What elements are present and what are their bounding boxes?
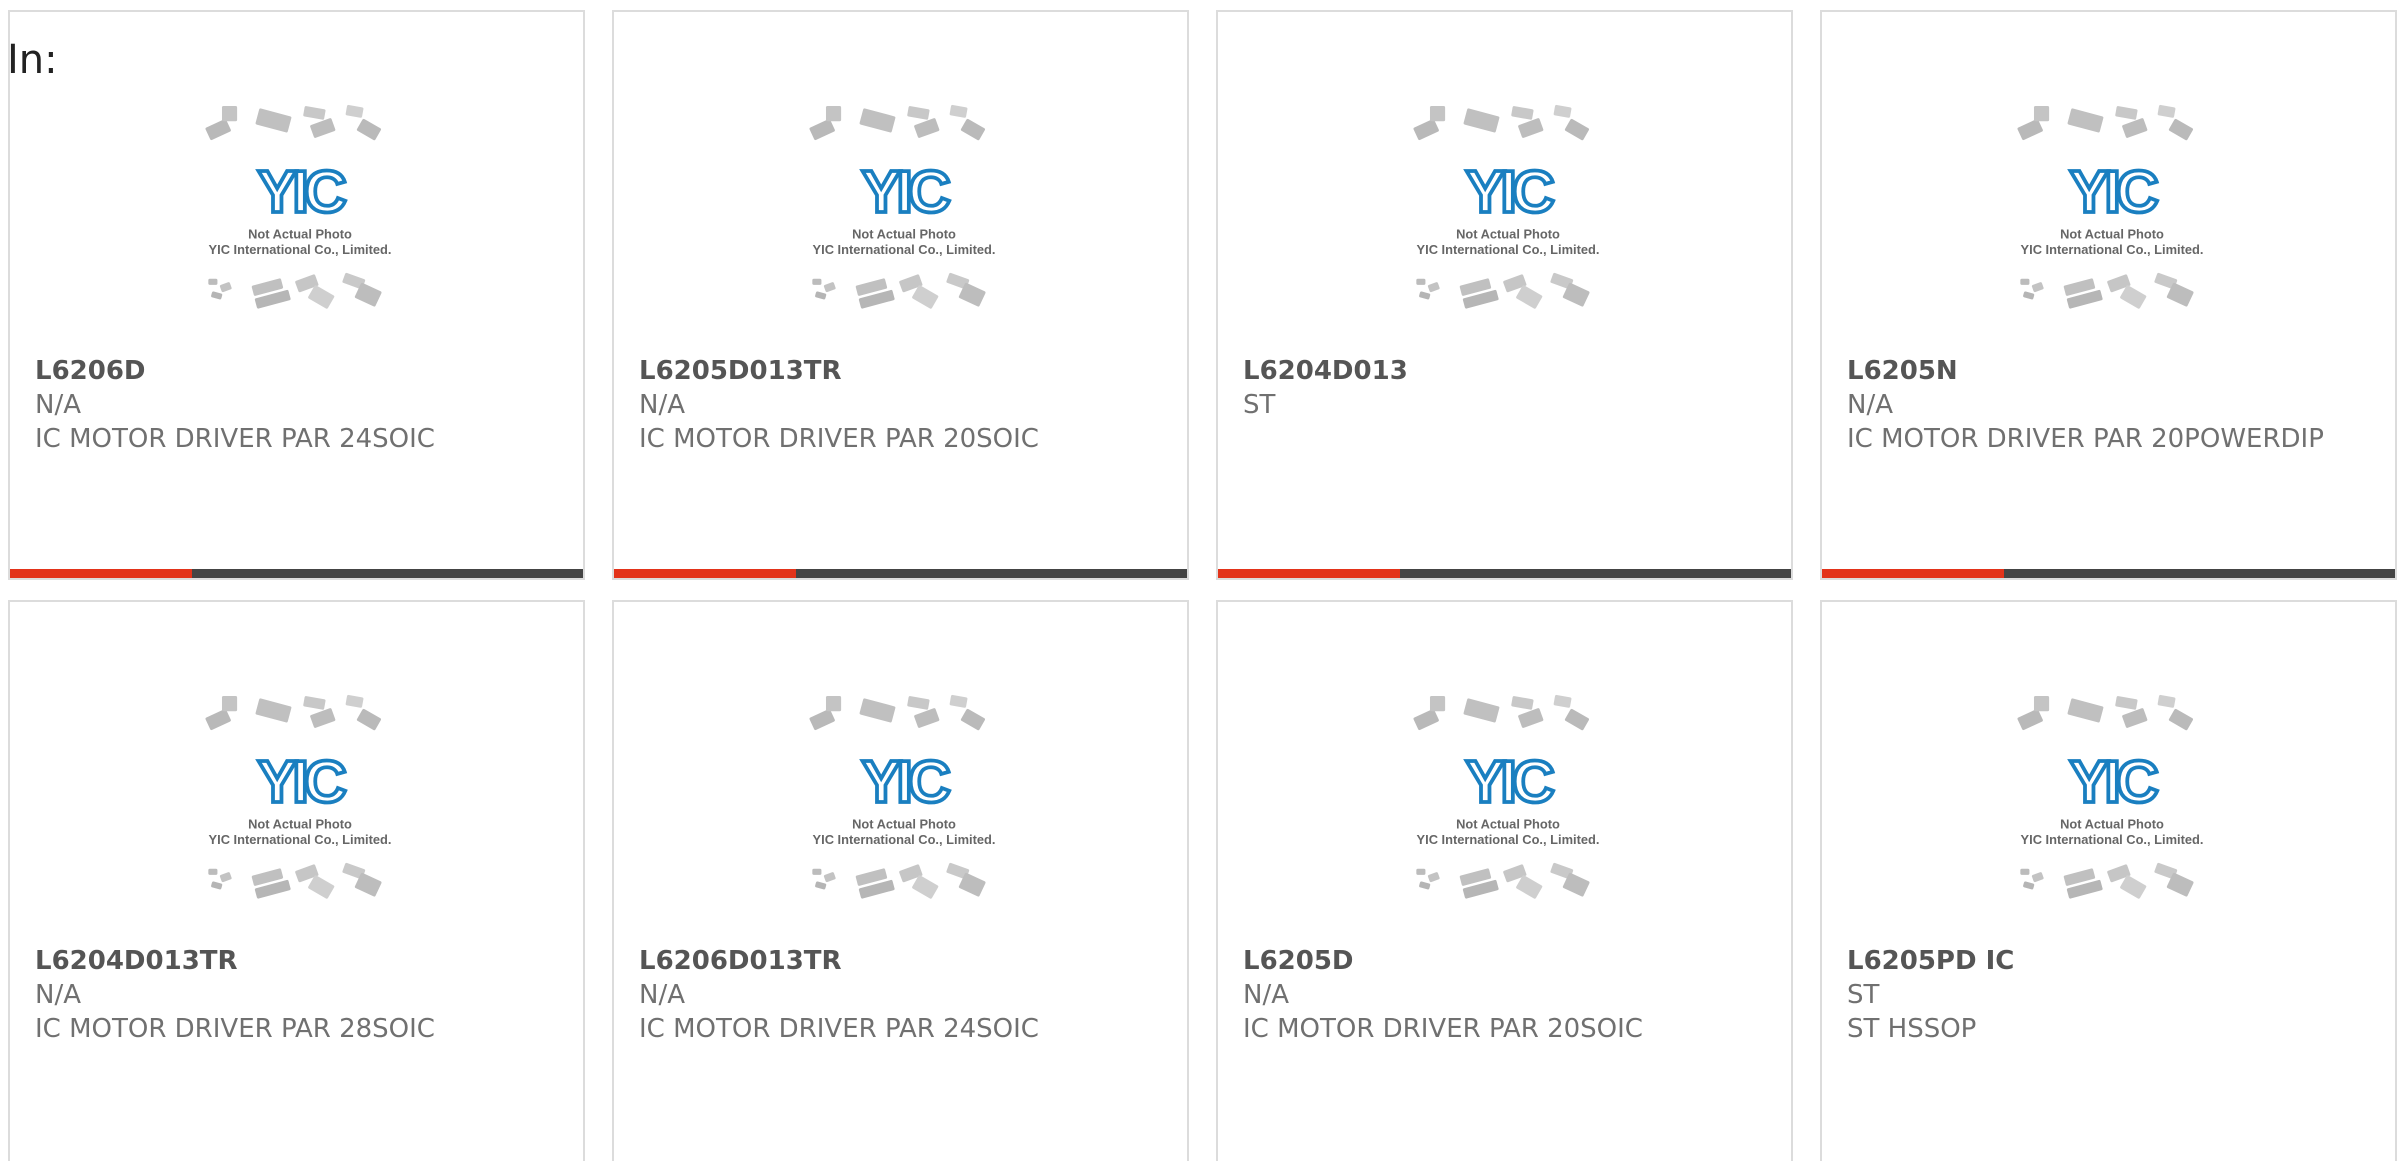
part-number[interactable]: L6206D013TR bbox=[639, 944, 1167, 978]
accent-segment bbox=[10, 569, 192, 578]
placeholder-product-image[interactable]: YIC Not Actual Photo YIC International Co.… bbox=[1977, 690, 2247, 940]
placeholder-caption-line1: Not Actual Photo bbox=[852, 817, 956, 832]
placeholder-caption-line1: Not Actual Photo bbox=[2060, 227, 2164, 242]
description: IC MOTOR DRIVER PAR 20SOIC bbox=[1243, 1014, 1643, 1044]
part-number[interactable]: L6204D013 bbox=[1243, 354, 1771, 388]
placeholder-product-image[interactable]: YIC Not Actual Photo YIC International Co.… bbox=[165, 690, 435, 940]
chip-cluster-top bbox=[2017, 694, 2193, 731]
yic-logo: YIC bbox=[258, 159, 347, 225]
chip-cluster-top bbox=[809, 694, 985, 731]
product-card[interactable]: YIC Not Actual Photo YIC International Co.… bbox=[1216, 600, 1793, 1161]
manufacturer: ST bbox=[1847, 980, 1880, 1010]
product-card[interactable]: YIC Not Actual Photo YIC International Co.… bbox=[1216, 10, 1793, 580]
description: IC MOTOR DRIVER PAR 24SOIC bbox=[639, 1014, 1039, 1044]
chip-cluster-top bbox=[205, 694, 381, 731]
placeholder-product-image[interactable]: YIC Not Actual Photo YIC International Co.… bbox=[1977, 100, 2247, 350]
manufacturer: N/A bbox=[1243, 980, 1289, 1010]
accent-segment bbox=[1218, 569, 1400, 578]
manufacturer: N/A bbox=[35, 980, 81, 1010]
placeholder-caption-line2: YIC International Co., Limited. bbox=[2021, 832, 2204, 847]
placeholder-caption-line1: Not Actual Photo bbox=[1456, 817, 1560, 832]
manufacturer: ST bbox=[1243, 390, 1276, 420]
accent-segment bbox=[1822, 569, 2004, 578]
placeholder-caption-line2: YIC International Co., Limited. bbox=[209, 832, 392, 847]
chip-cluster-bottom bbox=[812, 272, 986, 309]
description: ST HSSOP bbox=[1847, 1014, 1977, 1044]
chip-cluster-bottom bbox=[208, 272, 382, 309]
product-info: L6204D013 ST bbox=[1243, 354, 1771, 422]
product-info: L6206D N/A IC MOTOR DRIVER PAR 24SOIC bbox=[35, 354, 563, 456]
chip-cluster-bottom bbox=[1416, 272, 1590, 309]
part-number[interactable]: L6205PD IC bbox=[1847, 944, 2375, 978]
card-accent-bar bbox=[1822, 569, 2395, 578]
chip-cluster-bottom bbox=[1416, 862, 1590, 899]
chip-cluster-top bbox=[2017, 104, 2193, 141]
placeholder-caption-line2: YIC International Co., Limited. bbox=[813, 242, 996, 257]
placeholder-caption-line2: YIC International Co., Limited. bbox=[2021, 242, 2204, 257]
manufacturer: N/A bbox=[639, 980, 685, 1010]
placeholder-caption-line1: Not Actual Photo bbox=[1456, 227, 1560, 242]
product-info: L6206D013TR N/A IC MOTOR DRIVER PAR 24SO… bbox=[639, 944, 1167, 1046]
product-grid-page: In: YIC Not Actual Photo YIC International… bbox=[0, 0, 2400, 1161]
card-accent-bar bbox=[1218, 569, 1791, 578]
card-accent-bar bbox=[614, 569, 1187, 578]
yic-logo: YIC bbox=[258, 749, 347, 815]
placeholder-caption-line2: YIC International Co., Limited. bbox=[1417, 832, 1600, 847]
part-number[interactable]: L6205N bbox=[1847, 354, 2375, 388]
part-number[interactable]: L6204D013TR bbox=[35, 944, 563, 978]
part-number[interactable]: L6206D bbox=[35, 354, 563, 388]
description: IC MOTOR DRIVER PAR 28SOIC bbox=[35, 1014, 435, 1044]
product-info: L6205D N/A IC MOTOR DRIVER PAR 20SOIC bbox=[1243, 944, 1771, 1046]
placeholder-caption-line1: Not Actual Photo bbox=[248, 817, 352, 832]
manufacturer: N/A bbox=[639, 390, 685, 420]
yic-logo: YIC bbox=[862, 749, 951, 815]
product-card[interactable]: YIC Not Actual Photo YIC International Co.… bbox=[1820, 10, 2397, 580]
card-accent-bar bbox=[10, 569, 583, 578]
placeholder-product-image[interactable]: YIC Not Actual Photo YIC International Co.… bbox=[1373, 100, 1643, 350]
placeholder-caption-line2: YIC International Co., Limited. bbox=[1417, 242, 1600, 257]
placeholder-caption-line2: YIC International Co., Limited. bbox=[813, 832, 996, 847]
chip-cluster-bottom bbox=[208, 862, 382, 899]
chip-cluster-bottom bbox=[2020, 272, 2194, 309]
description: IC MOTOR DRIVER PAR 20POWERDIP bbox=[1847, 424, 2324, 454]
yic-logo: YIC bbox=[2070, 159, 2159, 225]
chip-cluster-top bbox=[1413, 694, 1589, 731]
placeholder-caption-line1: Not Actual Photo bbox=[248, 227, 352, 242]
placeholder-product-image[interactable]: YIC Not Actual Photo YIC International Co.… bbox=[1373, 690, 1643, 940]
placeholder-product-image[interactable]: YIC Not Actual Photo YIC International Co.… bbox=[769, 690, 1039, 940]
manufacturer: N/A bbox=[35, 390, 81, 420]
product-card[interactable]: YIC Not Actual Photo YIC International Co.… bbox=[1820, 600, 2397, 1161]
placeholder-caption-line1: Not Actual Photo bbox=[852, 227, 956, 242]
product-card[interactable]: YIC Not Actual Photo YIC International Co.… bbox=[8, 10, 585, 580]
product-info: L6204D013TR N/A IC MOTOR DRIVER PAR 28SO… bbox=[35, 944, 563, 1046]
chip-cluster-bottom bbox=[812, 862, 986, 899]
yic-logo: YIC bbox=[2070, 749, 2159, 815]
placeholder-product-image[interactable]: YIC Not Actual Photo YIC International Co.… bbox=[769, 100, 1039, 350]
product-info: L6205D013TR N/A IC MOTOR DRIVER PAR 20SO… bbox=[639, 354, 1167, 456]
part-number[interactable]: L6205D013TR bbox=[639, 354, 1167, 388]
description: IC MOTOR DRIVER PAR 20SOIC bbox=[639, 424, 1039, 454]
product-card[interactable]: YIC Not Actual Photo YIC International Co.… bbox=[612, 10, 1189, 580]
chip-cluster-bottom bbox=[2020, 862, 2194, 899]
placeholder-caption-line1: Not Actual Photo bbox=[2060, 817, 2164, 832]
yic-logo: YIC bbox=[1466, 749, 1555, 815]
part-number[interactable]: L6205D bbox=[1243, 944, 1771, 978]
chip-cluster-top bbox=[205, 104, 381, 141]
accent-segment bbox=[614, 569, 796, 578]
filter-label: In: bbox=[7, 37, 58, 83]
manufacturer: N/A bbox=[1847, 390, 1893, 420]
product-info: L6205N N/A IC MOTOR DRIVER PAR 20POWERDI… bbox=[1847, 354, 2375, 456]
yic-logo: YIC bbox=[862, 159, 951, 225]
chip-cluster-top bbox=[1413, 104, 1589, 141]
product-info: L6205PD IC ST ST HSSOP bbox=[1847, 944, 2375, 1046]
placeholder-caption-line2: YIC International Co., Limited. bbox=[209, 242, 392, 257]
description: IC MOTOR DRIVER PAR 24SOIC bbox=[35, 424, 435, 454]
chip-cluster-top bbox=[809, 104, 985, 141]
product-card[interactable]: YIC Not Actual Photo YIC International Co.… bbox=[8, 600, 585, 1161]
yic-logo: YIC bbox=[1466, 159, 1555, 225]
product-card[interactable]: YIC Not Actual Photo YIC International Co.… bbox=[612, 600, 1189, 1161]
placeholder-product-image[interactable]: YIC Not Actual Photo YIC International Co.… bbox=[165, 100, 435, 350]
